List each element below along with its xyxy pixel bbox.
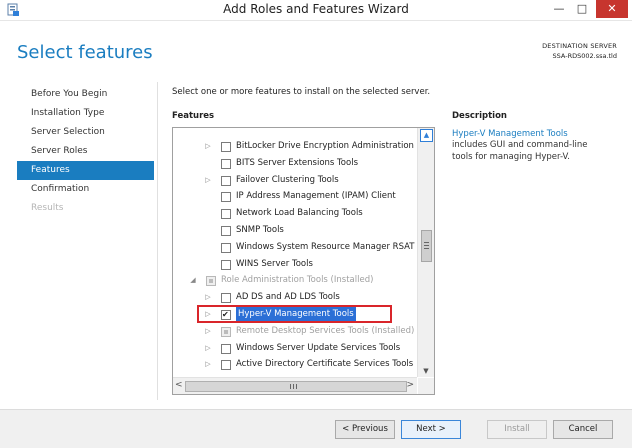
feature-row[interactable]: ▷ AD DS and AD LDS Tools (173, 290, 413, 305)
feature-row[interactable]: ▷ Active Directory Certificate Services T… (173, 357, 413, 372)
description-heading: Description (452, 111, 507, 121)
feature-checkbox[interactable] (221, 209, 231, 220)
feature-row[interactable]: ▷ Failover Clustering Tools (173, 173, 413, 188)
cancel-button[interactable]: Cancel (553, 420, 613, 439)
nav-divider (157, 82, 158, 400)
nav-item-features[interactable]: Features (17, 161, 154, 180)
feature-label: Windows System Resource Manager RSAT (236, 241, 415, 252)
feature-checkbox[interactable] (221, 242, 231, 253)
feature-checkbox[interactable] (221, 158, 231, 169)
feature-checkbox[interactable] (221, 259, 231, 270)
feature-row[interactable]: BITS Server Extensions Tools (173, 156, 413, 171)
feature-label: AD DS and AD LDS Tools (236, 292, 340, 303)
feature-row[interactable]: ▷ Windows Server Update Services Tools (173, 341, 413, 356)
window-title: Add Roles and Features Wizard (223, 2, 409, 16)
wizard-nav: Before You Begin Installation Type Serve… (17, 85, 154, 218)
feature-label: BitLocker Drive Encryption Administratio… (236, 141, 417, 151)
minimize-button[interactable]: — (548, 0, 570, 18)
feature-row[interactable]: ▷ BitLocker Drive Encryption Administrati… (173, 139, 417, 154)
scroll-right-icon[interactable]: > (406, 380, 414, 390)
horizontal-scroll-thumb[interactable] (185, 381, 407, 392)
expand-arrow-icon[interactable]: ▷ (203, 357, 213, 372)
feature-label: IP Address Management (IPAM) Client (236, 191, 396, 202)
title-bar: Add Roles and Features Wizard — □ ✕ (0, 0, 632, 21)
feature-checkbox[interactable] (221, 142, 231, 152)
maximize-button[interactable]: □ (571, 0, 593, 18)
vertical-scrollbar[interactable]: ▲ ▼ (417, 128, 434, 377)
scroll-left-icon[interactable]: < (175, 380, 183, 390)
features-tree-rows: ▷ BitLocker Drive Encryption Administrati… (173, 128, 417, 377)
page-title: Select features (17, 42, 153, 63)
feature-row[interactable]: ▷ Remote Desktop Services Tools (Installe… (173, 324, 415, 339)
feature-label: Failover Clustering Tools (236, 174, 339, 185)
feature-label: BITS Server Extensions Tools (236, 157, 359, 168)
nav-item-server-roles[interactable]: Server Roles (17, 142, 154, 161)
nav-item-confirmation[interactable]: Confirmation (17, 180, 154, 199)
vertical-scroll-thumb[interactable] (421, 230, 432, 262)
feature-label: Remote Desktop Services Tools (Installed… (236, 325, 415, 336)
description-body: includes GUI and command-line tools for … (452, 140, 588, 162)
highlight-box (197, 305, 392, 323)
feature-label: WINS Server Tools (236, 258, 313, 269)
close-button[interactable]: ✕ (596, 0, 628, 18)
nav-item-results: Results (31, 203, 64, 213)
scroll-down-icon[interactable]: ▼ (421, 366, 431, 376)
feature-checkbox[interactable] (221, 360, 231, 371)
instruction-text: Select one or more features to install o… (172, 87, 431, 97)
nav-item-before-you-begin[interactable]: Before You Begin (17, 85, 154, 104)
scroll-up-icon[interactable]: ▲ (420, 129, 433, 142)
nav-item-server-selection[interactable]: Server Selection (17, 123, 154, 142)
destination-server-label: DESTINATION SERVER (542, 42, 617, 50)
expand-arrow-icon[interactable]: ▷ (203, 324, 213, 339)
feature-row[interactable]: SNMP Tools (173, 223, 413, 238)
scrollbar-corner (418, 378, 434, 394)
feature-checkbox (221, 326, 231, 337)
collapse-arrow-icon[interactable]: ◢ (188, 273, 198, 288)
feature-row[interactable]: WINS Server Tools (173, 257, 413, 272)
destination-server-name: SSA-RDS002.ssa.tld (552, 52, 617, 60)
horizontal-scrollbar[interactable]: < > (173, 377, 417, 394)
feature-checkbox[interactable] (221, 293, 231, 304)
feature-row[interactable]: Network Load Balancing Tools (173, 206, 413, 221)
expand-arrow-icon[interactable]: ▷ (203, 290, 213, 305)
feature-row[interactable]: ◢ Role Administration Tools (Installed) (173, 273, 413, 288)
features-heading: Features (172, 111, 215, 121)
expand-arrow-icon[interactable]: ▷ (203, 173, 213, 188)
feature-label: Active Directory Certificate Services To… (236, 359, 414, 370)
expand-arrow-icon[interactable]: ▷ (203, 139, 213, 154)
features-tree[interactable]: ▷ BitLocker Drive Encryption Administrati… (172, 127, 435, 395)
feature-row[interactable]: Windows System Resource Manager RSAT (173, 240, 415, 255)
install-button: Install (487, 420, 547, 439)
description-feature-name: Hyper-V Management Tools (452, 129, 568, 139)
previous-button[interactable]: < Previous (335, 420, 395, 439)
feature-checkbox[interactable] (221, 192, 231, 203)
feature-label: Network Load Balancing Tools (236, 208, 363, 219)
feature-label: Role Administration Tools (Installed) (221, 275, 374, 286)
feature-checkbox[interactable] (221, 343, 231, 354)
expand-arrow-icon[interactable]: ▷ (203, 341, 213, 356)
feature-label: SNMP Tools (236, 225, 284, 235)
feature-label: Windows Server Update Services Tools (236, 342, 401, 353)
feature-checkbox[interactable] (221, 226, 231, 236)
feature-checkbox (206, 276, 216, 287)
nav-item-installation-type[interactable]: Installation Type (17, 104, 154, 123)
description-text: Hyper-V Management Tools includes GUI an… (452, 129, 602, 163)
feature-row[interactable]: IP Address Management (IPAM) Client (173, 189, 413, 204)
next-button[interactable]: Next > (401, 420, 461, 439)
feature-checkbox[interactable] (221, 175, 231, 186)
